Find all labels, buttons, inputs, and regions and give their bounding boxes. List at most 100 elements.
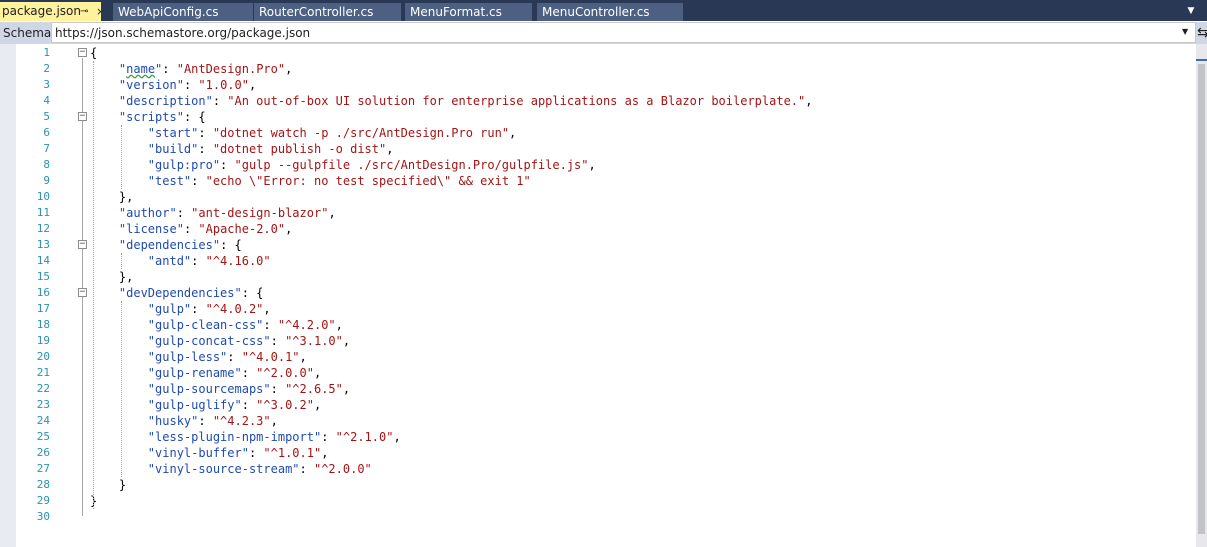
- tab-label: MenuFormat.cs: [410, 5, 502, 19]
- scrollbar-caret-marker: [1196, 59, 1207, 61]
- json-key: "gulp:pro": [147, 158, 221, 172]
- indent-guide: [93, 61, 94, 509]
- code-line: }: [90, 477, 126, 493]
- json-string: "^3.1.0": [285, 334, 343, 348]
- code-line: "gulp-clean-css": "^4.2.0",: [90, 317, 343, 333]
- json-key: "build": [147, 142, 199, 156]
- line-number: 15: [36, 270, 50, 283]
- code-line: {: [90, 45, 97, 61]
- json-string: "ant-design-blazor": [191, 206, 329, 220]
- json-punctuation: :: [191, 302, 206, 316]
- line-number: 28: [36, 478, 50, 491]
- code-line: "test": "echo \"Error: no test specified…: [90, 173, 531, 189]
- json-punctuation: :: [241, 366, 257, 380]
- line-number: 2: [43, 62, 50, 75]
- line-number: 16: [36, 286, 50, 299]
- code-line: "husky": "^4.2.3",: [90, 413, 278, 429]
- tab-menucontroller-cs[interactable]: MenuController.cs: [537, 3, 683, 21]
- line-number: 27: [36, 462, 50, 475]
- line-number: 6: [43, 126, 50, 139]
- json-punctuation: :: [198, 126, 213, 140]
- tab-package-json[interactable]: package.json ⊸ ×: [0, 2, 101, 21]
- scrollbar-thumb[interactable]: [1198, 64, 1205, 534]
- code-line: "less-plugin-npm-import": "^2.1.0",: [90, 429, 401, 445]
- line-number: 17: [36, 302, 50, 315]
- code-line: "gulp-rename": "^2.0.0",: [90, 365, 321, 381]
- line-number: 20: [36, 350, 50, 363]
- json-punctuation: :: [241, 398, 257, 412]
- json-string: "^4.2.3": [212, 414, 271, 428]
- json-punctuation: :: [183, 222, 199, 236]
- pin-icon[interactable]: ⊸: [80, 2, 88, 21]
- code-line: "build": "dotnet publish -o dist",: [90, 141, 394, 157]
- json-key: "gulp-concat-css": [147, 334, 271, 348]
- json-punctuation: :: [270, 334, 286, 348]
- json-key: name: [126, 62, 156, 76]
- json-punctuation: ,: [313, 398, 322, 412]
- indent-guide: [121, 125, 122, 189]
- code-line: "description": "An out-of-box UI solutio…: [90, 93, 813, 109]
- collapse-region-icon[interactable]: −: [78, 112, 87, 121]
- code-line: "vinyl-buffer": "^1.0.1",: [90, 445, 329, 461]
- tab-list-dropdown-icon[interactable]: ▼: [1183, 4, 1199, 18]
- close-icon[interactable]: ×: [96, 2, 101, 21]
- json-string: "gulp --gulpfile ./src/AntDesign.Pro/gul…: [234, 158, 589, 172]
- collapse-region-icon[interactable]: −: [78, 240, 87, 249]
- line-number: 11: [36, 206, 50, 219]
- tab-label: MenuController.cs: [542, 5, 650, 19]
- tab-label: WebApiConfig.cs: [118, 5, 219, 19]
- json-punctuation: {: [90, 46, 98, 60]
- json-punctuation: [90, 446, 148, 460]
- line-number: 25: [36, 430, 50, 443]
- code-line: "antd": "^4.16.0": [90, 253, 271, 269]
- json-key: "license": [118, 222, 184, 236]
- line-number: 8: [43, 158, 50, 171]
- code-line: "gulp-sourcemaps": "^2.6.5",: [90, 381, 350, 397]
- fold-region-line: [82, 250, 83, 292]
- json-punctuation: :: [299, 462, 314, 476]
- fold-region-line: [82, 298, 83, 500]
- json-string: "^2.0.0": [256, 366, 314, 380]
- code-editor[interactable]: 1 2 3 4 5 6 7 8 9 10 11 12 13 14 15 16 17 18 19 20 21 22 23 24 2…: [0, 44, 1196, 547]
- json-string: "^2.1.0": [335, 430, 394, 444]
- json-string: "dotnet watch -p ./src/AntDesign.Pro run…: [212, 126, 510, 140]
- json-punctuation: [90, 158, 148, 172]
- json-punctuation: [90, 126, 148, 140]
- collapse-region-icon[interactable]: −: [78, 48, 87, 57]
- json-punctuation: :: [212, 94, 228, 108]
- indent-guide: [121, 301, 122, 477]
- json-punctuation: ,: [248, 78, 257, 92]
- json-punctuation: : {: [183, 110, 206, 124]
- json-key: "gulp-rename": [147, 366, 242, 380]
- tab-menuformat-cs[interactable]: MenuFormat.cs: [405, 3, 532, 21]
- tab-routercontroller-cs[interactable]: RouterController.cs: [254, 3, 401, 21]
- json-punctuation: ,: [263, 302, 271, 316]
- json-key: "gulp-clean-css": [147, 318, 264, 332]
- fold-region-line: [82, 122, 83, 196]
- json-key: "gulp-sourcemaps": [147, 382, 271, 396]
- tab-label: RouterController.cs: [259, 5, 374, 19]
- tab-webapiconfig-cs[interactable]: WebApiConfig.cs: [113, 3, 253, 21]
- json-string: "^2.0.0": [313, 462, 372, 476]
- json-punctuation: ,: [321, 446, 329, 460]
- json-key: "test": [147, 174, 192, 188]
- schema-dropdown-icon[interactable]: ▼: [1182, 27, 1188, 36]
- json-punctuation: [90, 318, 148, 332]
- json-punctuation: :: [321, 430, 336, 444]
- json-punctuation: [90, 238, 119, 252]
- code-line: },: [90, 189, 133, 205]
- json-punctuation: ,: [299, 350, 307, 364]
- json-punctuation: :: [270, 382, 286, 396]
- schema-url-input[interactable]: [51, 22, 1196, 43]
- json-string: "^4.2.0": [277, 318, 336, 332]
- split-editor-icon[interactable]: ⇆: [1197, 24, 1207, 42]
- collapse-region-icon[interactable]: −: [78, 288, 87, 297]
- line-number: 26: [36, 446, 50, 459]
- vertical-scrollbar[interactable]: [1196, 44, 1207, 547]
- tab-label: package.json: [2, 4, 82, 18]
- json-punctuation: [90, 222, 119, 236]
- json-key: "less-plugin-npm-import": [147, 430, 322, 444]
- code-line: "gulp-less": "^4.0.1",: [90, 349, 307, 365]
- code-line: "devDependencies": {: [90, 285, 264, 301]
- json-punctuation: [90, 62, 119, 76]
